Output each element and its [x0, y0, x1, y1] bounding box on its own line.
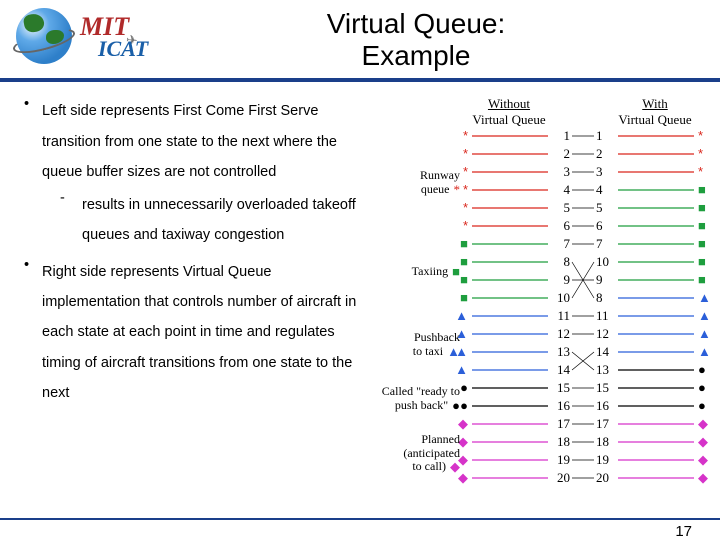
bullet-1-sub-text: results in unnecessarily overloaded take… [82, 190, 364, 251]
svg-text:13: 13 [596, 362, 609, 377]
svg-text:■: ■ [698, 200, 706, 215]
svg-text:*: * [698, 128, 703, 143]
svg-text:8: 8 [564, 254, 571, 269]
svg-text:■: ■ [698, 272, 706, 287]
svg-text:8: 8 [596, 290, 603, 305]
svg-text:▲: ▲ [455, 362, 468, 377]
svg-text:◆: ◆ [698, 470, 708, 485]
logo: ✈ MIT ICAT [16, 8, 196, 68]
bullet-1-sub: - results in unnecessarily overloaded ta… [60, 190, 364, 251]
text-column: • Left side represents First Come First … [24, 96, 364, 410]
state-label-planned: Planned(anticipatedto call)◆ [364, 433, 460, 474]
svg-text:■: ■ [698, 236, 706, 251]
svg-text:6: 6 [596, 218, 603, 233]
svg-text:▲: ▲ [698, 308, 711, 323]
svg-text:13: 13 [557, 344, 570, 359]
svg-text:16: 16 [596, 398, 610, 413]
svg-text:■: ■ [698, 182, 706, 197]
title-line2: Example [196, 40, 636, 72]
svg-text:●: ● [698, 380, 706, 395]
svg-text:18: 18 [596, 434, 609, 449]
svg-text:15: 15 [596, 380, 609, 395]
svg-text:◆: ◆ [698, 452, 708, 467]
svg-text:12: 12 [596, 326, 609, 341]
svg-text:4: 4 [564, 182, 571, 197]
svg-text:●: ● [698, 398, 706, 413]
bullet-2-text: Right side represents Virtual Queue impl… [42, 257, 364, 409]
svg-text:18: 18 [557, 434, 570, 449]
footer-rule [0, 518, 720, 520]
state-label-ready_to_push: Called "ready topush back"● [364, 385, 460, 413]
svg-text:11: 11 [557, 308, 570, 323]
svg-text:5: 5 [596, 200, 603, 215]
state-label-taxiing: Taxiing■ [364, 265, 460, 279]
svg-text:19: 19 [557, 452, 570, 467]
page-number: 17 [675, 523, 692, 540]
svg-text:5: 5 [564, 200, 571, 215]
bullet-dash: - [60, 190, 82, 251]
page-title: Virtual Queue: Example [196, 8, 696, 72]
svg-text:*: * [463, 164, 468, 179]
svg-text:◆: ◆ [698, 434, 708, 449]
svg-text:■: ■ [460, 290, 468, 305]
svg-text:■: ■ [698, 254, 706, 269]
svg-text:15: 15 [557, 380, 570, 395]
svg-text:14: 14 [596, 344, 610, 359]
logo-icat: ICAT [98, 38, 148, 60]
svg-text:◆: ◆ [698, 416, 708, 431]
svg-text:◆: ◆ [458, 416, 468, 431]
svg-text:17: 17 [557, 416, 571, 431]
svg-text:12: 12 [557, 326, 570, 341]
svg-text:11: 11 [596, 308, 609, 323]
svg-text:20: 20 [557, 470, 570, 485]
svg-text:2: 2 [596, 146, 603, 161]
svg-text:10: 10 [557, 290, 570, 305]
svg-text:4: 4 [596, 182, 603, 197]
svg-text:*: * [698, 146, 703, 161]
svg-text:▲: ▲ [698, 344, 711, 359]
svg-text:9: 9 [596, 272, 603, 287]
svg-text:3: 3 [596, 164, 603, 179]
queue-diagram: Without Virtual Queue With Virtual Queue… [364, 96, 712, 410]
bullet-dot: • [24, 257, 42, 409]
svg-text:■: ■ [698, 218, 706, 233]
svg-text:1: 1 [596, 128, 603, 143]
svg-text:*: * [463, 200, 468, 215]
svg-text:▲: ▲ [698, 290, 711, 305]
svg-text:●: ● [460, 398, 468, 413]
svg-text:1: 1 [564, 128, 571, 143]
bullet-1-text: Left side represents First Come First Se… [42, 96, 364, 187]
svg-text:14: 14 [557, 362, 571, 377]
bullet-1: • Left side represents First Come First … [24, 96, 364, 187]
svg-text:*: * [463, 182, 468, 197]
svg-text:7: 7 [564, 236, 571, 251]
svg-text:■: ■ [460, 272, 468, 287]
svg-text:●: ● [698, 362, 706, 377]
bullet-dot: • [24, 96, 42, 187]
state-label-pushback_to_taxi: Pushbackto taxi▲ [364, 331, 460, 359]
svg-text:▲: ▲ [698, 326, 711, 341]
svg-text:*: * [463, 146, 468, 161]
svg-text:6: 6 [564, 218, 571, 233]
svg-text:*: * [463, 128, 468, 143]
svg-text:●: ● [460, 380, 468, 395]
svg-text:*: * [698, 164, 703, 179]
bullet-2: • Right side represents Virtual Queue im… [24, 257, 364, 409]
state-label-runway_queue: Runwayqueue* [364, 169, 460, 197]
svg-text:2: 2 [564, 146, 571, 161]
title-line1: Virtual Queue: [196, 8, 636, 40]
svg-text:19: 19 [596, 452, 609, 467]
svg-text:▲: ▲ [455, 308, 468, 323]
svg-text:10: 10 [596, 254, 609, 269]
svg-text:16: 16 [557, 398, 571, 413]
svg-text:20: 20 [596, 470, 609, 485]
svg-text:9: 9 [564, 272, 571, 287]
svg-text:■: ■ [460, 254, 468, 269]
svg-text:*: * [463, 218, 468, 233]
svg-text:7: 7 [596, 236, 603, 251]
svg-text:17: 17 [596, 416, 610, 431]
svg-text:■: ■ [460, 236, 468, 251]
svg-text:3: 3 [564, 164, 571, 179]
